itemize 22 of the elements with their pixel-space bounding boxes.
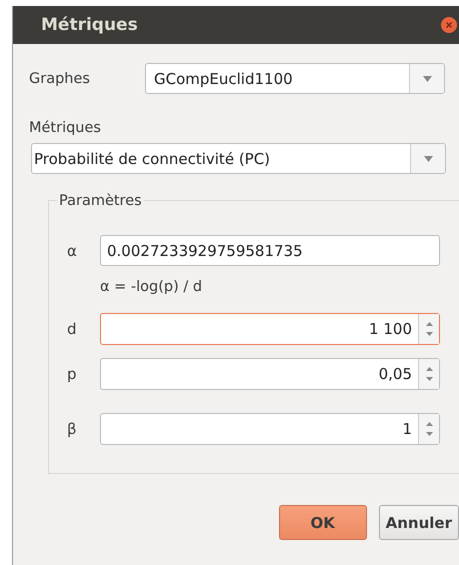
formula-text: α = -log(p) / d xyxy=(100,279,204,295)
spin-arrows-icon[interactable] xyxy=(426,321,432,337)
graph-dropdown[interactable]: GCompEuclid1100 xyxy=(145,63,445,94)
spin-box[interactable]: 1 xyxy=(100,413,440,445)
dialog-button[interactable]: Annuler xyxy=(378,505,459,540)
parameter-label: d xyxy=(67,320,78,338)
spin-box[interactable]: 1 100 xyxy=(100,313,440,345)
spin-arrows-icon[interactable] xyxy=(426,366,432,382)
parameter-label: β xyxy=(67,420,78,438)
spin-box[interactable]: 0,05 xyxy=(100,358,440,390)
dropdown-arrow-icon xyxy=(422,76,432,82)
alpha-field[interactable]: 0.0027233929759581735 xyxy=(100,235,440,266)
parameter-label: p xyxy=(67,365,78,383)
metric-dropdown[interactable]: Probabilité de connectivité (PC) xyxy=(31,143,446,174)
alpha-label: α xyxy=(67,242,78,260)
window-title: Métriques xyxy=(41,15,138,35)
spin-arrows-icon[interactable] xyxy=(426,421,432,437)
dropdown-arrow-icon xyxy=(424,156,432,162)
dialog-button[interactable]: OK xyxy=(278,505,367,540)
metric-label: Métriques xyxy=(29,120,102,136)
close-icon[interactable] xyxy=(441,17,457,33)
graph-label: Graphes xyxy=(29,70,91,86)
